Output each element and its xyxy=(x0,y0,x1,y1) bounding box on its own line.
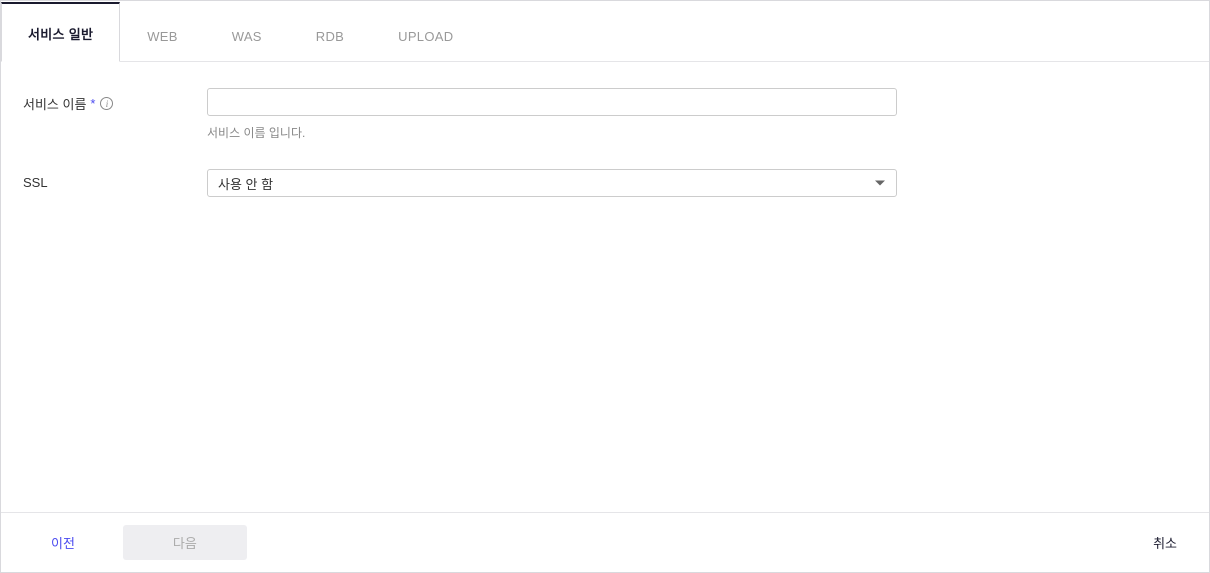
info-icon[interactable]: i xyxy=(100,97,113,110)
cancel-button[interactable]: 취소 xyxy=(1143,525,1187,560)
ssl-row: SSL 사용 안 함 xyxy=(23,169,1187,197)
tab-service-general[interactable]: 서비스 일반 xyxy=(1,2,120,62)
footer-left: 이전 다음 xyxy=(23,525,247,560)
service-name-input[interactable] xyxy=(207,88,897,116)
ssl-label-text: SSL xyxy=(23,175,48,190)
footer-bar: 이전 다음 취소 xyxy=(1,512,1209,572)
service-name-label: 서비스 이름 * i xyxy=(23,88,207,113)
form-container: 서비스 일반 WEB WAS RDB UPLOAD 서비스 이름 * i 서비스… xyxy=(0,0,1210,573)
next-button: 다음 xyxy=(123,525,247,560)
form-content: 서비스 이름 * i 서비스 이름 입니다. SSL 사용 안 함 xyxy=(1,62,1209,512)
required-asterisk: * xyxy=(90,96,95,111)
tab-was[interactable]: WAS xyxy=(205,8,289,62)
tab-rdb[interactable]: RDB xyxy=(289,8,371,62)
ssl-select[interactable]: 사용 안 함 xyxy=(207,169,897,197)
tab-upload[interactable]: UPLOAD xyxy=(371,8,480,62)
service-name-row: 서비스 이름 * i 서비스 이름 입니다. xyxy=(23,88,1187,141)
service-name-label-text: 서비스 이름 xyxy=(23,94,86,113)
prev-button[interactable]: 이전 xyxy=(23,525,103,560)
ssl-label: SSL xyxy=(23,169,207,190)
service-name-field: 서비스 이름 입니다. xyxy=(207,88,897,141)
tabs-bar: 서비스 일반 WEB WAS RDB UPLOAD xyxy=(1,1,1209,62)
ssl-select-wrapper[interactable]: 사용 안 함 xyxy=(207,169,897,197)
service-name-helper: 서비스 이름 입니다. xyxy=(207,124,897,141)
tab-web[interactable]: WEB xyxy=(120,8,205,62)
ssl-field: 사용 안 함 xyxy=(207,169,897,197)
